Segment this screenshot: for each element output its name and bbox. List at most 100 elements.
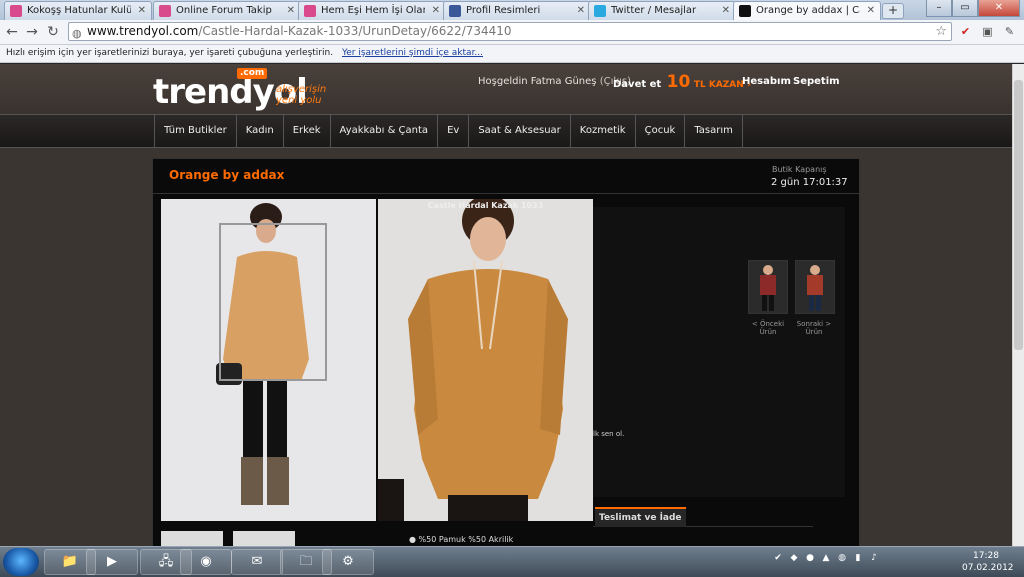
extension-icon[interactable]: ▣ (980, 24, 995, 39)
clock-date: 07.02.2012 (962, 563, 1014, 573)
wrench-icon[interactable]: ✎ (1002, 24, 1017, 39)
clock-time: 17:28 (973, 551, 999, 561)
trendyol-icon (739, 5, 751, 17)
next-product-link[interactable]: Sonraki > Ürün (793, 320, 835, 336)
boutique-panel: Orange by addax Butik Kapanış 2 gün 17:0… (152, 158, 860, 546)
tab-delivery-returns[interactable]: Teslimat ve İade (595, 507, 686, 527)
close-icon[interactable]: ✕ (287, 2, 295, 20)
tray-icon[interactable]: ▲ (820, 552, 832, 564)
address-bar[interactable]: ◍ www.trendyol.com/Castle-Hardal-Kazak-1… (68, 22, 952, 41)
import-bookmarks-link[interactable]: Yer işaretlerini şimdi içe aktar... (342, 48, 483, 58)
pink-page-icon (10, 5, 22, 17)
tray-icon[interactable]: ✔ (772, 552, 784, 564)
tray-icon[interactable]: ◍ (836, 552, 848, 564)
browser-tab[interactable]: Twitter / Mesajlar ✕ (588, 1, 736, 20)
thumb-image (749, 261, 787, 313)
menu-item-erkek[interactable]: Erkek (284, 115, 331, 147)
browser-tab[interactable]: Hem Eşi Hem İşi Olan Baya ✕ (298, 1, 446, 20)
slogan-line: yeni yolu (276, 95, 322, 106)
tray-icon[interactable]: ◆ (788, 552, 800, 564)
bookmarks-hint: Hızlı erişim için yer işaretlerinizi bur… (6, 48, 334, 58)
maximize-icon[interactable]: ▭ (952, 0, 978, 17)
reload-icon[interactable]: ↻ (44, 23, 62, 41)
material-info: ● %50 Pamuk %50 Akrilik (409, 535, 514, 544)
boutique-title: Orange by addax (169, 168, 285, 182)
browser-tab[interactable]: Kokoşş Hatunlar Kulübü - S ✕ (4, 1, 152, 20)
scroll-thumb[interactable] (1014, 80, 1023, 350)
page-scrollbar[interactable] (1012, 64, 1024, 546)
menu-item-kozmetik[interactable]: Kozmetik (571, 115, 636, 147)
clock[interactable]: 17:28 07.02.2012 (962, 550, 1014, 574)
browser-tab[interactable]: Profil Resimleri ✕ (443, 1, 591, 20)
browser-tab[interactable]: Online Forum Takip ✕ (153, 1, 301, 20)
volume-icon[interactable]: ♪ (868, 552, 880, 564)
product-info-panel (593, 207, 845, 497)
tab-title: Orange by addax | Castle H (756, 5, 860, 16)
product-zoom-image[interactable]: Castle Hardal Kazak 1033 (378, 199, 593, 521)
new-tab-button[interactable]: + (882, 3, 904, 19)
menu-item-ayakkabi-canta[interactable]: Ayakkabı & Çanta (331, 115, 439, 147)
site-header: trendyol .com alışverişin yeni yolu Hoşg… (0, 64, 1012, 114)
globe-icon: ◍ (72, 27, 82, 40)
previous-product-link[interactable]: < Önceki Ürün (747, 320, 789, 336)
close-icon[interactable]: ✕ (138, 2, 146, 20)
pink-page-icon (304, 5, 316, 17)
tray-icon[interactable]: ● (804, 552, 816, 564)
back-icon[interactable]: ← (3, 23, 21, 41)
welcome-name: Hoşgeldin Fatma Güneş (478, 76, 597, 87)
tab-title: Twitter / Mesajlar (611, 5, 697, 16)
outlook-icon[interactable]: ✉ (231, 549, 283, 575)
bookmarks-bar: Hızlı erişim için yer işaretlerinizi bur… (0, 45, 1024, 63)
menu-item-ev[interactable]: Ev (438, 115, 470, 147)
divider (153, 193, 859, 194)
next-product-thumbnail[interactable] (795, 260, 835, 314)
menu-item-tum-butikler[interactable]: Tüm Butikler (155, 115, 237, 147)
minimize-icon[interactable]: – (926, 0, 952, 17)
account-link[interactable]: Hesabım (742, 76, 791, 87)
chrome-icon[interactable]: ◉ (180, 549, 232, 575)
image-thumbnails (161, 531, 301, 546)
app-icon[interactable]: ⚙ (322, 549, 374, 575)
menu-item-cocuk[interactable]: Çocuk (636, 115, 686, 147)
invite-link[interactable]: Davet et 10 TL KAZAN › (613, 72, 751, 92)
tab-title: Hem Eşi Hem İşi Olan Baya (321, 5, 425, 16)
system-tray: ✔ ◆ ● ▲ ◍ ▮ ♪ (772, 552, 880, 572)
close-icon[interactable]: ✕ (577, 2, 585, 20)
menu-item-tasarim[interactable]: Tasarım (685, 115, 743, 147)
cart-link[interactable]: Sepetim (793, 76, 840, 87)
boutique-close-label: Butik Kapanış (772, 165, 827, 174)
previous-product-thumbnail[interactable] (748, 260, 788, 314)
address-path: /Castle-Hardal-Kazak-1033/UrunDetay/6622… (198, 24, 512, 38)
media-player-icon[interactable]: ▶ (86, 549, 138, 575)
invite-kazan: TL KAZAN (693, 80, 744, 90)
menu-item-kadin[interactable]: Kadın (237, 115, 284, 147)
material-text: %50 Pamuk %50 Akrilik (418, 535, 514, 544)
info-tabs: Teslimat ve İade (593, 506, 813, 527)
menu-item-saat-aksesuar[interactable]: Saat & Aksesuar (469, 115, 571, 147)
facebook-icon (449, 5, 461, 17)
browser-tab-active[interactable]: Orange by addax | Castle H ✕ (733, 1, 881, 20)
start-button[interactable] (3, 548, 39, 576)
close-icon[interactable]: ✕ (722, 2, 730, 20)
image-thumbnail[interactable] (233, 531, 295, 546)
category-menu: Tüm Butikler Kadın Erkek Ayakkabı & Çant… (0, 114, 1012, 148)
close-window-icon[interactable]: ✕ (978, 0, 1020, 17)
tab-title: Profil Resimleri (466, 5, 541, 16)
invite-amount: 10 (666, 72, 691, 92)
close-icon[interactable]: ✕ (867, 2, 875, 20)
tab-strip: Kokoşş Hatunlar Kulübü - S ✕ Online Foru… (0, 0, 1024, 20)
slogan-line: alışverişin (276, 84, 327, 95)
extension-icon[interactable]: ✔ (958, 24, 973, 39)
star-icon[interactable]: ☆ (935, 23, 947, 40)
tab-title: Kokoşş Hatunlar Kulübü - S (27, 5, 131, 16)
tray-icon[interactable]: ▮ (852, 552, 864, 564)
forward-icon[interactable]: → (23, 23, 41, 41)
close-icon[interactable]: ✕ (432, 2, 440, 20)
browser-toolbar: ← → ↻ ◍ www.trendyol.com/Castle-Hardal-K… (0, 20, 1024, 45)
image-thumbnail[interactable] (161, 531, 223, 546)
address-host: www.trendyol.com (87, 24, 199, 38)
window-controls: – ▭ ✕ (926, 0, 1020, 17)
model-photo (161, 199, 376, 521)
boutique-countdown: 2 gün 17:01:37 (771, 177, 848, 188)
product-image[interactable] (161, 199, 376, 521)
